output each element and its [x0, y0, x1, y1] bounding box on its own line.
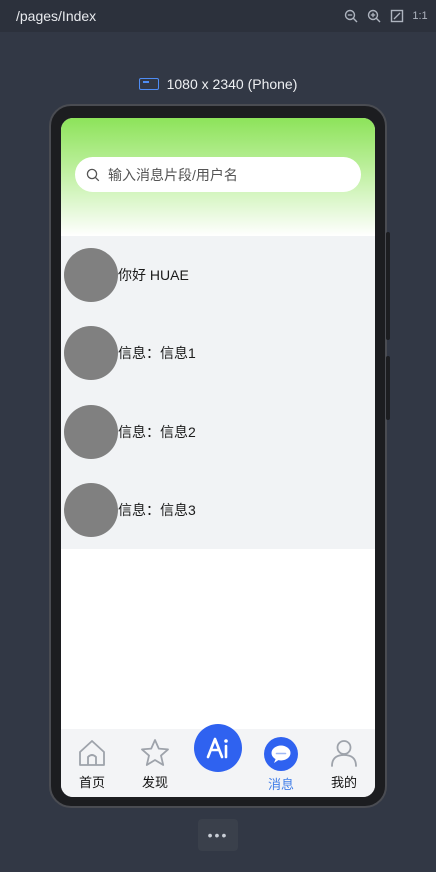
avatar: [64, 248, 118, 302]
ai-icon: [206, 737, 228, 759]
avatar: [64, 326, 118, 380]
star-icon: [141, 739, 169, 766]
message-text: 信息：信息2: [118, 424, 196, 440]
message-item[interactable]: 信息：信息2: [61, 393, 375, 471]
previewer-toolbar: /pages/Index 1:1: [0, 0, 436, 32]
tab-profile[interactable]: 我的: [319, 737, 369, 791]
tab-discover[interactable]: 发现: [130, 737, 180, 791]
more-button[interactable]: •••: [198, 819, 238, 851]
message-text: 你好 HUAE: [118, 267, 189, 283]
zoom-out-icon[interactable]: [343, 8, 359, 24]
message-item[interactable]: 信息：信息3: [61, 471, 375, 549]
power-button: [386, 356, 390, 420]
toolbar-actions: 1:1: [343, 8, 428, 24]
tab-label: 消息: [267, 777, 294, 792]
device-label: 1080 x 2340 (Phone): [0, 76, 436, 92]
volume-button: [386, 232, 390, 340]
user-icon: [331, 740, 357, 767]
search-bar[interactable]: [75, 157, 361, 192]
tab-label: 发现: [141, 775, 168, 790]
avatar: [64, 483, 118, 537]
tab-ai[interactable]: [194, 724, 242, 772]
actual-size-icon[interactable]: 1:1: [412, 8, 428, 24]
device-icon: [138, 78, 159, 90]
home-icon: [79, 740, 105, 766]
page-path: /pages/Index: [16, 8, 97, 24]
device-label-text: 1080 x 2340 (Phone): [166, 76, 298, 92]
tab-home[interactable]: 首页: [67, 737, 117, 791]
avatar: [64, 405, 118, 459]
header-banner: [61, 118, 375, 236]
zoom-in-icon[interactable]: [366, 8, 382, 24]
fit-screen-icon[interactable]: [389, 8, 405, 24]
tab-messages[interactable]: 消息: [256, 737, 306, 793]
message-text: 信息：信息3: [118, 502, 196, 518]
phone-frame: 你好 HUAE 信息：信息1 信息：信息2 信息：信息3 首页 发现: [49, 104, 390, 808]
tab-label: 我的: [330, 775, 357, 790]
message-list: 你好 HUAE 信息：信息1 信息：信息2 信息：信息3: [61, 236, 375, 549]
search-icon: [86, 168, 100, 181]
bottom-tab-bar: 首页 发现 消息 我的: [61, 724, 375, 797]
search-input[interactable]: [106, 165, 340, 184]
message-icon: [264, 737, 298, 771]
message-text: 信息：信息1: [118, 345, 196, 361]
message-item[interactable]: 你好 HUAE: [61, 236, 375, 314]
message-item[interactable]: 信息：信息1: [61, 314, 375, 392]
tab-label: 首页: [78, 775, 105, 790]
app-screen: 你好 HUAE 信息：信息1 信息：信息2 信息：信息3 首页 发现: [61, 118, 375, 797]
